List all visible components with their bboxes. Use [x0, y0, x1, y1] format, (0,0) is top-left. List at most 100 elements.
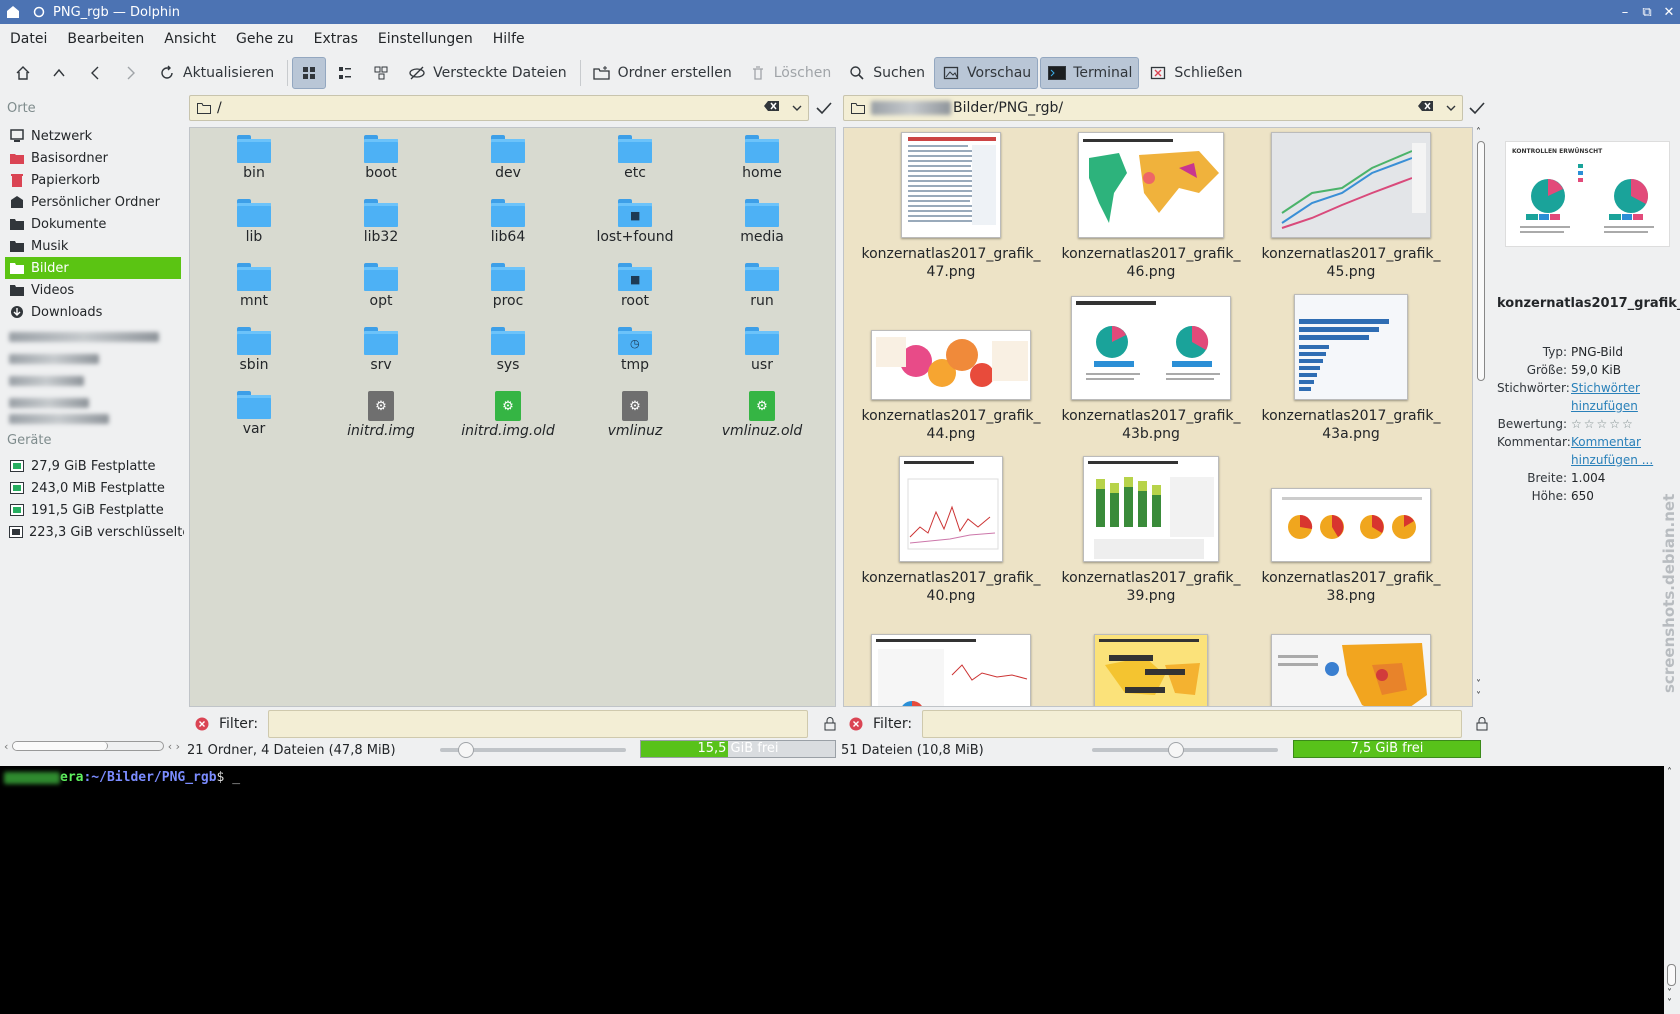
place-videos[interactable]: Videos: [0, 279, 184, 301]
menu-view[interactable]: Ansicht: [154, 31, 226, 47]
file-item-var[interactable]: var: [195, 389, 313, 437]
file-item-initrd-img-old[interactable]: ⚙ initrd.img.old: [449, 389, 567, 439]
clear-location-icon[interactable]: [1418, 100, 1434, 116]
file-item-dev[interactable]: dev: [449, 133, 567, 181]
minimize-button[interactable]: –: [1614, 0, 1636, 24]
left-file-view[interactable]: bin boot dev etc home lib lib32 lib64 ■ lost+foun…: [189, 127, 836, 707]
right-filter-input[interactable]: [922, 710, 1462, 738]
image-file-item[interactable]: [1056, 634, 1246, 706]
confirm-location-icon[interactable]: [816, 101, 832, 119]
menu-file[interactable]: Datei: [0, 31, 57, 47]
file-item-root[interactable]: ■ root: [576, 261, 694, 309]
file-item-sys[interactable]: sys: [449, 325, 567, 373]
scroll-up-icon[interactable]: ˄: [1667, 767, 1672, 778]
image-file-item[interactable]: konzernatlas2017_grafik_ 45.png: [1256, 132, 1446, 281]
place-pictures[interactable]: Bilder: [5, 257, 181, 279]
app-menu-icon[interactable]: [3, 2, 23, 22]
menu-go[interactable]: Gehe zu: [226, 31, 304, 47]
file-item-boot[interactable]: boot: [322, 133, 440, 181]
file-item-home[interactable]: home: [703, 133, 821, 181]
menu-settings[interactable]: Einstellungen: [368, 31, 483, 47]
device-item[interactable]: 27,9 GiB Festplatte: [0, 455, 184, 477]
chevron-down-icon[interactable]: [1446, 100, 1456, 116]
image-file-item[interactable]: konzernatlas2017_grafik_ 44.png: [856, 330, 1046, 443]
pin-icon[interactable]: [29, 2, 49, 22]
right-file-view[interactable]: konzernatlas2017_grafik_ 47.png konzernatl…: [843, 127, 1473, 707]
clear-location-icon[interactable]: [764, 100, 780, 116]
image-file-item[interactable]: konzernatlas2017_grafik_ 43a.png: [1256, 294, 1446, 443]
place-home[interactable]: Basisordner: [0, 147, 184, 169]
sidebar-hscrollbar[interactable]: ‹ ‹ ›: [4, 739, 180, 753]
image-file-item[interactable]: konzernatlas2017_grafik_ 43b.png: [1056, 296, 1246, 443]
file-item-initrd-img[interactable]: ⚙ initrd.img: [322, 389, 440, 439]
file-item-run[interactable]: run: [703, 261, 821, 309]
zoom-knob[interactable]: [458, 742, 474, 758]
scroll-down-icon[interactable]: ˅: [1476, 691, 1481, 702]
maximize-button[interactable]: ⧉: [1636, 0, 1658, 24]
file-item-lib32[interactable]: lib32: [322, 197, 440, 245]
confirm-location-icon[interactable]: [1469, 101, 1485, 119]
right-vscrollbar[interactable]: ˄ ˅ ˅: [1474, 127, 1488, 707]
hidden-files-button[interactable]: Versteckte Dateien: [400, 57, 573, 89]
file-item-mnt[interactable]: mnt: [195, 261, 313, 309]
image-file-item[interactable]: konzernatlas2017_grafik_ 39.png: [1056, 456, 1246, 605]
place-personal[interactable]: Persönlicher Ordner: [0, 191, 184, 213]
menu-edit[interactable]: Bearbeiten: [57, 31, 154, 47]
image-file-item[interactable]: konzernatlas2017_grafik_ 38.png: [1256, 488, 1446, 605]
icons-view-button[interactable]: [292, 57, 327, 89]
close-split-button[interactable]: Schließen: [1141, 57, 1249, 89]
file-item-opt[interactable]: opt: [322, 261, 440, 309]
file-item-lost-found[interactable]: ■ lost+found: [576, 197, 694, 245]
left-zoom-slider[interactable]: [440, 742, 626, 758]
scroll-up-icon[interactable]: ˄: [1476, 127, 1481, 138]
terminal-toggle[interactable]: Terminal: [1040, 57, 1140, 89]
file-item-lib64[interactable]: lib64: [449, 197, 567, 245]
file-item-proc[interactable]: proc: [449, 261, 567, 309]
file-item-vmlinuz-old[interactable]: ⚙ vmlinuz.old: [703, 389, 821, 439]
zoom-knob[interactable]: [1168, 742, 1184, 758]
place-downloads[interactable]: Downloads: [0, 301, 184, 323]
file-item-etc[interactable]: etc: [576, 133, 694, 181]
file-item-media[interactable]: media: [703, 197, 821, 245]
scroll-right-icon[interactable]: ‹ ›: [168, 740, 180, 753]
scroll-thumb[interactable]: [1667, 964, 1676, 986]
file-item-vmlinuz[interactable]: ⚙ vmlinuz: [576, 389, 694, 439]
lock-icon[interactable]: [824, 717, 836, 731]
forward-button[interactable]: [114, 57, 148, 89]
new-folder-button[interactable]: Ordner erstellen: [585, 57, 739, 89]
scroll-down-icon[interactable]: ˅: [1667, 998, 1672, 1009]
scroll-down-icon[interactable]: ˅: [1476, 679, 1481, 690]
file-item-lib[interactable]: lib: [195, 197, 313, 245]
menu-help[interactable]: Hilfe: [483, 31, 535, 47]
chevron-down-icon[interactable]: [792, 100, 802, 116]
device-item[interactable]: 243,0 MiB Festplatte: [0, 477, 184, 499]
file-item-bin[interactable]: bin: [195, 133, 313, 181]
search-button[interactable]: Suchen: [840, 57, 932, 89]
scroll-thumb[interactable]: [1477, 141, 1485, 381]
image-file-item[interactable]: [856, 634, 1046, 706]
file-item-tmp[interactable]: ◷ tmp: [576, 325, 694, 373]
file-item-srv[interactable]: srv: [322, 325, 440, 373]
terminal-panel[interactable]: era:~/Bilder/PNG_rgb$ _ ˄ ˅ ˅: [0, 766, 1680, 1014]
lock-icon[interactable]: [1476, 717, 1488, 731]
home-button[interactable]: [6, 57, 40, 89]
preview-toggle[interactable]: Vorschau: [934, 57, 1039, 89]
place-trash[interactable]: Papierkorb: [0, 169, 184, 191]
back-button[interactable]: [78, 57, 112, 89]
compact-view-button[interactable]: [328, 57, 362, 89]
right-location-bar[interactable]: Bilder/PNG_rgb/: [843, 95, 1463, 121]
place-network[interactable]: Netzwerk: [0, 125, 184, 147]
close-filter-icon[interactable]: [195, 717, 209, 731]
place-documents[interactable]: Dokumente: [0, 213, 184, 235]
device-item[interactable]: 223,3 GiB verschlüsseltes l: [0, 521, 184, 543]
scroll-left-icon[interactable]: ‹: [4, 740, 8, 753]
place-music[interactable]: Musik: [0, 235, 184, 257]
left-filter-input[interactable]: [268, 710, 808, 738]
image-file-item[interactable]: [1256, 634, 1446, 706]
refresh-button[interactable]: Aktualisieren: [150, 57, 281, 89]
image-file-item[interactable]: konzernatlas2017_grafik_ 47.png: [856, 132, 1046, 281]
up-button[interactable]: [42, 57, 76, 89]
delete-button[interactable]: Löschen: [741, 57, 838, 89]
file-item-sbin[interactable]: sbin: [195, 325, 313, 373]
image-file-item[interactable]: konzernatlas2017_grafik_ 46.png: [1056, 132, 1246, 281]
